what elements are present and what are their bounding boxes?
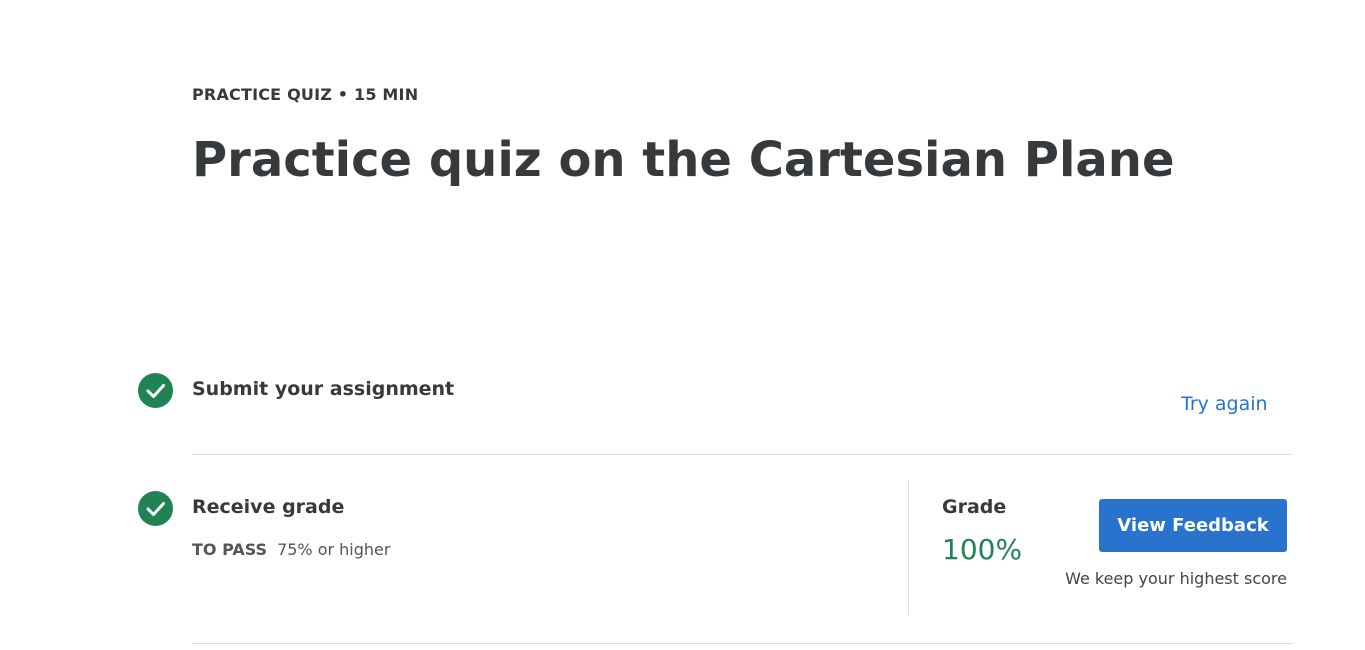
- divider: [192, 454, 1292, 455]
- vertical-divider: [908, 480, 909, 615]
- quiz-eyebrow: PRACTICE QUIZ • 15 MIN: [192, 85, 419, 104]
- quiz-page: PRACTICE QUIZ • 15 MIN Practice quiz on …: [0, 0, 1365, 650]
- check-circle-icon: [138, 491, 173, 526]
- pass-label: TO PASS: [192, 540, 268, 559]
- divider: [192, 643, 1292, 644]
- pass-requirement: TO PASS 75% or higher: [192, 540, 390, 559]
- check-circle-icon: [138, 373, 173, 408]
- submit-assignment-title: Submit your assignment: [192, 378, 455, 400]
- view-feedback-button[interactable]: View Feedback: [1099, 499, 1287, 552]
- page-title: Practice quiz on the Cartesian Plane: [192, 132, 1175, 188]
- receive-grade-title: Receive grade: [192, 496, 345, 518]
- grade-value: 100%: [942, 533, 1023, 566]
- grade-label: Grade: [942, 496, 1007, 518]
- pass-value: 75% or higher: [277, 540, 391, 559]
- try-again-link[interactable]: Try again: [1181, 393, 1268, 415]
- highest-score-note: We keep your highest score: [1065, 569, 1287, 588]
